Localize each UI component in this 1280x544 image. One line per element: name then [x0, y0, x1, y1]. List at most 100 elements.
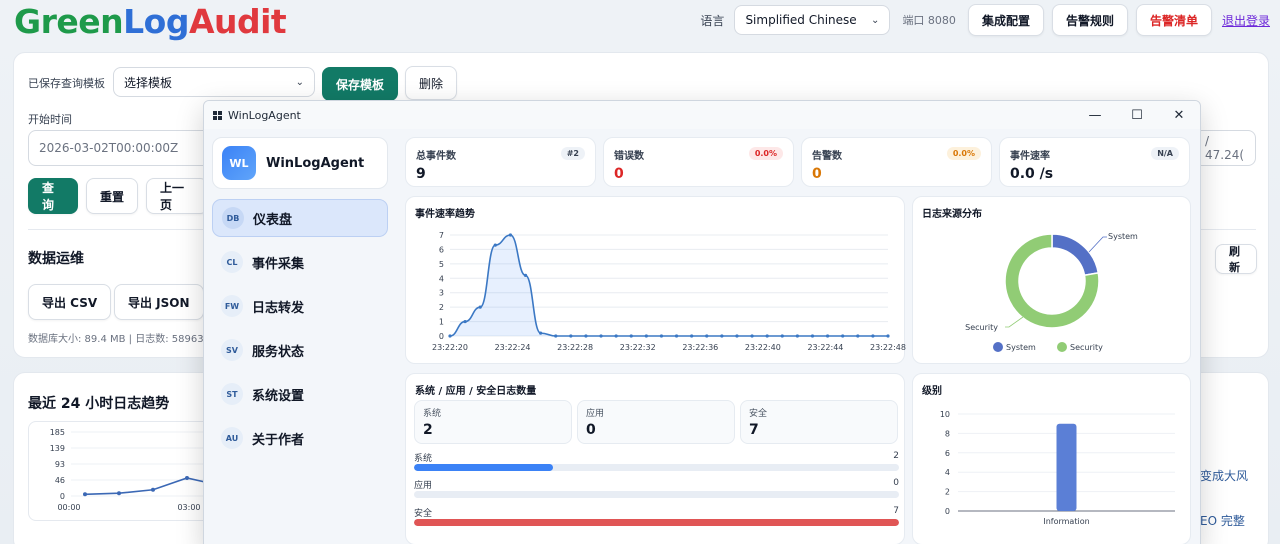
minimize-icon[interactable]: — — [1074, 101, 1116, 129]
label-leader — [1088, 236, 1107, 253]
sidebar-item-service-status[interactable]: SV 服务状态 — [212, 331, 388, 369]
x-tick-label: 23:22:44 — [807, 343, 843, 352]
count-application: 应用 0 — [577, 400, 735, 444]
y-tick-label: 5 — [439, 260, 444, 269]
query-button[interactable]: 查询 — [28, 178, 78, 214]
close-icon[interactable]: ✕ — [1158, 101, 1200, 129]
data-point — [735, 334, 739, 338]
logout-link[interactable]: 退出登录 — [1222, 12, 1270, 29]
stat-card-rate: 事件速率 N/A 0.0 /s — [999, 137, 1190, 187]
data-point — [539, 331, 543, 335]
stat-badge: N/A — [1151, 147, 1179, 160]
data-point — [644, 334, 648, 338]
data-point — [674, 334, 679, 338]
legend-label: System — [1006, 343, 1036, 352]
trend-point — [83, 492, 87, 497]
refresh-button[interactable]: 刷新 — [1215, 244, 1257, 274]
sidebar-nav: DB 仪表盘 CL 事件采集 FW 日志转发 SV 服务状态 ST 系统设置 AU 关于作者 — [212, 199, 388, 457]
end-filter-input[interactable]: / 47.24( — [1194, 130, 1256, 166]
stat-badge: 0.0% — [946, 147, 981, 160]
saved-template-label: 已保存查询模板 — [28, 77, 105, 90]
start-time-input[interactable]: 2026-03-02T00:00:00Z — [28, 130, 228, 166]
bar — [1056, 423, 1077, 511]
progress-fill — [414, 464, 553, 471]
y-tick-label: 0 — [439, 332, 444, 341]
forwarding-icon: FW — [221, 295, 243, 317]
ops-title: 数据运维 — [28, 251, 84, 267]
count-security: 安全 7 — [740, 400, 898, 444]
data-point — [841, 334, 845, 338]
source-chart-card: 日志来源分布 System Security System Security — [912, 196, 1191, 364]
stat-card-errors: 错误数 0.0% 0 — [603, 137, 794, 187]
brand-name: WinLogAgent — [266, 155, 365, 171]
sidebar-item-settings[interactable]: ST 系统设置 — [212, 375, 388, 413]
window-titlebar[interactable]: WinLogAgent — ☐ ✕ — [204, 101, 1200, 129]
sidebar-item-forwarding[interactable]: FW 日志转发 — [212, 287, 388, 325]
stat-badge: #2 — [560, 147, 585, 160]
export-csv-button[interactable]: 导出 CSV — [28, 284, 112, 320]
y-tick-label: 7 — [439, 231, 444, 240]
data-point — [554, 334, 558, 338]
y-tick-label: 46 — [55, 476, 65, 485]
data-point — [795, 334, 799, 338]
delete-button[interactable]: 删除 — [405, 66, 458, 100]
data-point — [750, 334, 754, 338]
x-tick-label: 23:22:32 — [620, 343, 656, 352]
y-tick-label: 6 — [439, 245, 444, 254]
stat-value: 0 — [614, 166, 624, 182]
sidebar-item-about[interactable]: AU 关于作者 — [212, 419, 388, 457]
stat-card-alerts: 告警数 0.0% 0 — [801, 137, 992, 187]
integration-config-button[interactable]: 集成配置 — [967, 4, 1044, 36]
data-point — [569, 334, 573, 338]
trend-title: 最近 24 小时日志趋势 — [28, 396, 170, 412]
window-title: WinLogAgent — [228, 108, 301, 122]
y-tick-label: 0 — [60, 492, 65, 501]
legend-label: Security — [1070, 343, 1103, 352]
alert-list-button[interactable]: 告警清单 — [1135, 4, 1212, 36]
brand-logo: WL — [222, 146, 256, 180]
y-tick-label: 4 — [439, 274, 444, 283]
data-point — [659, 334, 664, 338]
data-point — [690, 334, 694, 338]
data-point — [629, 334, 633, 338]
chevron-down-icon: ⌄ — [871, 14, 880, 26]
bar-row-application: 应用 0 — [414, 478, 899, 500]
prev-page-button[interactable]: 上一页 — [146, 178, 208, 214]
data-point — [523, 273, 528, 277]
data-point — [599, 334, 603, 338]
alert-rules-button[interactable]: 告警规则 — [1051, 4, 1128, 36]
trend-chart: 185 139 93 46 0 00:00 03:00 — [28, 421, 229, 521]
template-select[interactable]: 选择模板 ⌄ — [113, 67, 315, 97]
collection-icon: CL — [221, 251, 243, 273]
bar-row-security: 安全 7 — [414, 506, 899, 528]
chevron-down-icon: ⌄ — [295, 76, 304, 88]
y-tick-label: 6 — [945, 449, 950, 458]
y-tick-label: 139 — [50, 444, 65, 453]
legend-marker — [1057, 342, 1067, 352]
level-chart-svg: 0 2 4 6 8 10 Information — [940, 410, 1175, 526]
language-label: 语言 — [700, 13, 725, 28]
counts-title: 系统 / 应用 / 安全日志数量 — [415, 386, 537, 397]
x-tick-label: 23:22:24 — [495, 343, 531, 352]
maximize-icon[interactable]: ☐ — [1116, 101, 1158, 129]
x-tick-label: 23:22:20 — [432, 343, 468, 352]
stat-value: 9 — [416, 166, 426, 182]
y-tick-label: 2 — [945, 488, 950, 497]
y-tick-label: 2 — [439, 303, 444, 312]
sidebar-item-collection[interactable]: CL 事件采集 — [212, 243, 388, 281]
sidebar: WL WinLogAgent DB 仪表盘 CL 事件采集 FW 日志转发 SV 服务状… — [212, 137, 388, 463]
winlogagent-window: WinLogAgent — ☐ ✕ WL WinLogAgent DB 仪表盘 C… — [203, 100, 1201, 544]
y-tick-label: 10 — [940, 410, 950, 419]
y-tick-label: 185 — [50, 428, 65, 437]
export-json-button[interactable]: 导出 JSON — [114, 284, 204, 320]
data-point — [493, 243, 497, 247]
reset-button[interactable]: 重置 — [86, 178, 138, 214]
save-template-button[interactable]: 保存模板 — [322, 67, 399, 101]
x-tick-label: 23:22:28 — [557, 343, 593, 352]
stat-card-total: 总事件数 #2 9 — [405, 137, 596, 187]
sidebar-item-dashboard[interactable]: DB 仪表盘 — [212, 199, 388, 237]
language-select[interactable]: Simplified Chinese ⌄ — [734, 5, 891, 35]
pie-slice-system — [1051, 233, 1100, 277]
count-system: 系统 2 — [414, 400, 572, 444]
brand-card: WL WinLogAgent — [212, 137, 388, 189]
